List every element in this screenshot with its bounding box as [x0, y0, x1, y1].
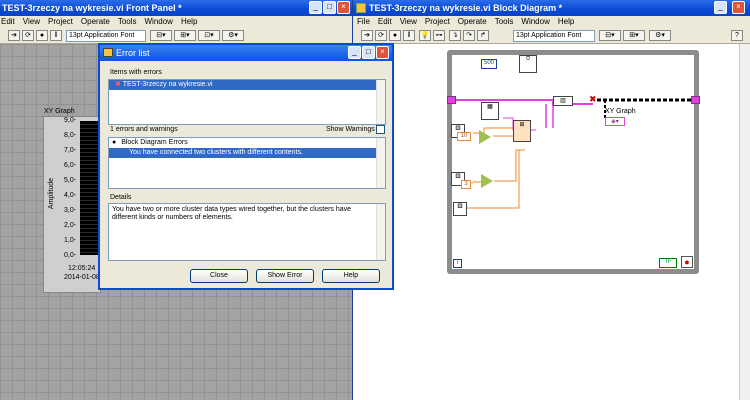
menu-project[interactable]: Project — [48, 17, 73, 26]
xy-graph-terminal-label: XY Graph — [605, 108, 636, 115]
error-x-icon: ✖ — [115, 81, 121, 88]
x-tick-time: 12:05:24 — [68, 265, 96, 272]
error-item-label: TEST-3rzeczy na wykresie.vi — [122, 81, 213, 88]
tree-group-label: Block Diagram Errors — [121, 139, 188, 146]
build-array-icon[interactable]: ⊞ — [513, 120, 531, 142]
shift-register-right[interactable] — [691, 96, 700, 104]
menu-operate[interactable]: Operate — [81, 17, 110, 26]
maximize-button[interactable]: □ — [323, 1, 336, 14]
y-tick-8: 8,0- — [64, 132, 77, 139]
front-panel-title: TEST-3rzeczy na wykresie.vi Front Panel … — [2, 3, 182, 13]
show-warnings-checkbox[interactable] — [376, 125, 385, 134]
y-tick-3: 3,0- — [64, 207, 77, 214]
show-error-button-label: Show Error — [267, 272, 303, 279]
shift-register-left[interactable] — [447, 96, 456, 104]
resize-icon[interactable]: ⊡▾ — [198, 30, 220, 41]
error-broken-wire-icon: ✖ — [589, 94, 597, 104]
y-tick-5: 5,0- — [64, 177, 77, 184]
x-tick-date: 2014-01-08 — [64, 274, 100, 281]
close-dialog-button[interactable]: Close — [190, 269, 248, 283]
y-tick-9: 9,0- — [64, 117, 77, 124]
stop-button-terminal[interactable]: TF — [659, 258, 677, 268]
error-count-label: 1 errors and warnings — [110, 126, 178, 133]
menu-window[interactable]: Window — [145, 17, 173, 26]
y-tick-0: 0,0- — [64, 252, 77, 259]
menu-tools[interactable]: Tools — [118, 17, 137, 26]
block-diagram-wires — [453, 98, 695, 209]
multiply-icon-1[interactable] — [479, 130, 491, 144]
show-error-button[interactable]: Show Error — [256, 269, 314, 283]
menu-edit[interactable]: Edit — [1, 17, 15, 26]
front-panel-titlebar[interactable]: TEST-3rzeczy na wykresie.vi Front Panel … — [0, 0, 352, 16]
run-arrow-icon[interactable]: ➔ — [8, 30, 20, 41]
bd-vertical-scrollbar[interactable] — [739, 44, 750, 400]
details-scrollbar[interactable] — [376, 204, 385, 260]
const-500-value: 500 — [483, 60, 494, 66]
loop-index-label: i — [456, 260, 459, 266]
details-text: You have two or more cluster data types … — [112, 206, 352, 221]
font-select[interactable]: 13pt Application Font — [66, 30, 146, 42]
const-10-value: 10 — [460, 133, 468, 139]
random-number-icon-3[interactable]: ⚅ — [453, 202, 467, 216]
error-list-window-icon — [103, 48, 113, 57]
pause-icon[interactable]: ‖ — [50, 30, 62, 41]
dialog-maximize-button[interactable]: □ — [362, 46, 375, 59]
loop-iteration-terminal: i — [453, 259, 462, 268]
abort-icon[interactable]: ● — [36, 30, 48, 41]
const-3-value: 3 — [464, 181, 468, 187]
y-tick-6: 6,0- — [64, 162, 77, 169]
dialog-close-button[interactable]: × — [376, 46, 389, 59]
distribute-icon[interactable]: ⊞▾ — [174, 30, 196, 41]
y-tick-7: 7,0- — [64, 147, 77, 154]
details-box[interactable]: You have two or more cluster data types … — [108, 203, 386, 261]
items-with-errors-list[interactable]: ✖ TEST-3rzeczy na wykresie.vi — [108, 79, 386, 125]
font-select-value: 13pt Application Font — [69, 32, 135, 39]
block-diagram-window: TEST-3rzeczy na wykresie.vi Block Diagra… — [352, 0, 750, 400]
menu-help[interactable]: Help — [181, 17, 197, 26]
help-button[interactable]: Help — [322, 269, 380, 283]
wait-ms-icon[interactable]: ⏱ — [519, 55, 537, 73]
front-panel-menubar: Edit View Project Operate Tools Window Help — [0, 16, 352, 28]
bundle-icon[interactable]: ▥ — [553, 96, 573, 106]
y-axis-label: Amplitude — [48, 177, 56, 210]
multiply-icon-2[interactable] — [481, 174, 493, 188]
xy-graph-label: XY Graph — [44, 108, 75, 115]
close-button-label: Close — [210, 272, 228, 279]
help-button-label: Help — [343, 272, 359, 279]
menu-view[interactable]: View — [23, 17, 40, 26]
stop-condition-icon[interactable]: ● — [681, 256, 693, 268]
show-warnings-label: Show Warnings — [326, 126, 375, 133]
tree-group-row[interactable]: ● Block Diagram Errors — [109, 138, 385, 148]
errors-tree[interactable]: ● Block Diagram Errors You have connecte… — [108, 137, 386, 189]
error-list-dialog: Error list _ □ × Items with errors ✖ TES… — [98, 43, 394, 290]
reorder-icon[interactable]: ⚙▾ — [222, 30, 244, 41]
front-panel-toolbar: ➔ ⟳ ● ‖ 13pt Application Font ⊟▾ ⊞▾ ⊡▾ ⚙… — [0, 28, 352, 44]
dialog-minimize-button[interactable]: _ — [348, 46, 361, 59]
tree-error-label: You have connected two clusters with dif… — [129, 149, 303, 156]
build-xy-icon[interactable]: ▦ — [481, 102, 499, 120]
const-3[interactable]: 3 — [461, 180, 471, 189]
xy-graph-terminal[interactable]: ◈▾ — [605, 117, 625, 126]
const-500[interactable]: 500 — [481, 59, 497, 69]
details-label: Details — [110, 194, 132, 201]
error-item-row[interactable]: ✖ TEST-3rzeczy na wykresie.vi — [109, 80, 385, 90]
tree-bullet-icon: ● — [112, 139, 117, 146]
error-list-title: Error list — [116, 48, 150, 58]
minimize-button[interactable]: _ — [309, 1, 322, 14]
const-10[interactable]: 10 — [457, 132, 471, 141]
xy-graph-plot-area — [80, 121, 100, 255]
y-tick-4: 4,0- — [64, 192, 77, 199]
y-tick-1: 1,0- — [64, 237, 77, 244]
align-icon[interactable]: ⊟▾ — [150, 30, 172, 41]
items-with-errors-label: Items with errors — [110, 69, 162, 76]
tree-scrollbar[interactable] — [376, 138, 385, 188]
tree-error-row[interactable]: You have connected two clusters with dif… — [109, 148, 376, 158]
items-scrollbar[interactable] — [376, 80, 385, 124]
y-tick-2: 2,0- — [64, 222, 77, 229]
run-continuously-icon[interactable]: ⟳ — [22, 30, 34, 41]
close-button[interactable]: × — [337, 1, 350, 14]
